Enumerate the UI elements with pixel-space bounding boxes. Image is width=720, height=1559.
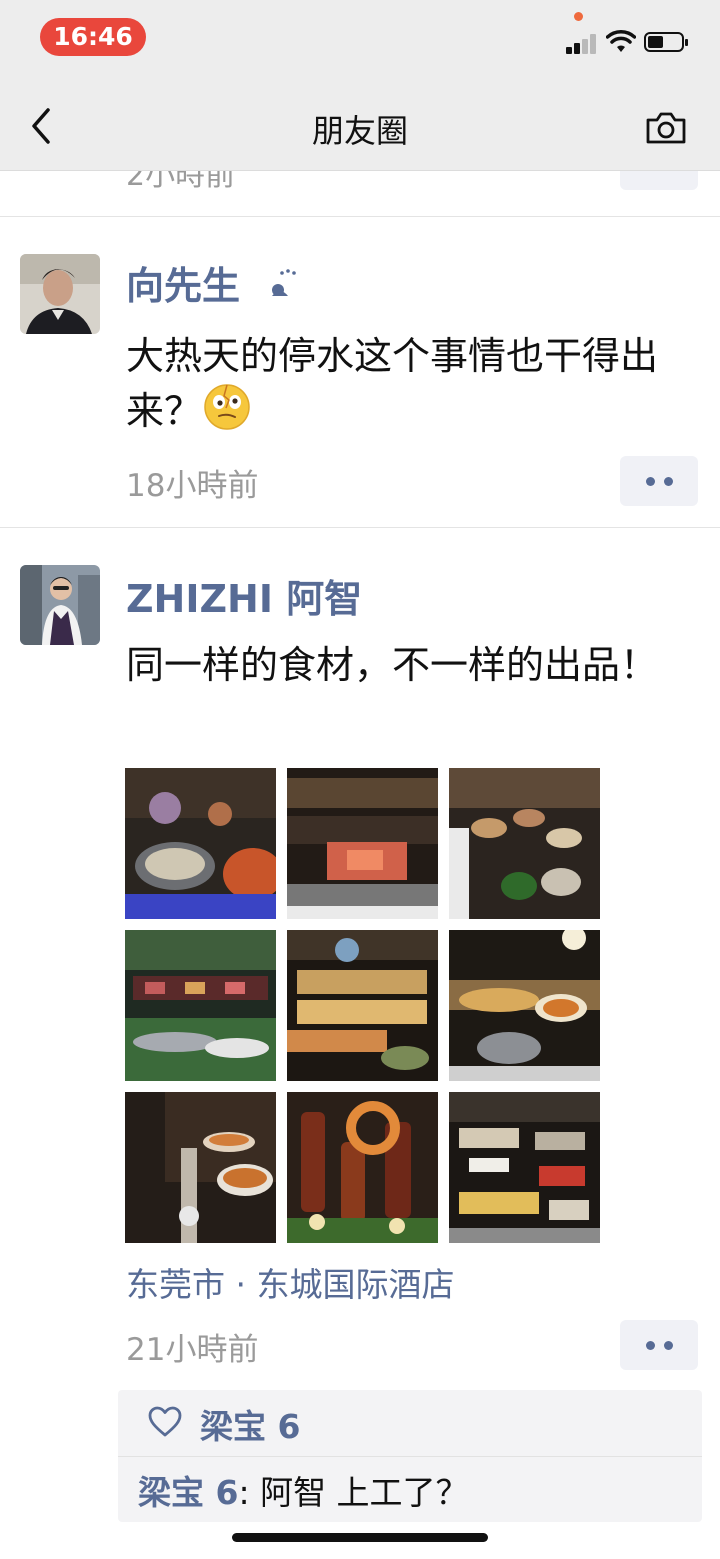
photo-thumbnail[interactable] bbox=[449, 1092, 600, 1243]
comment-text: 阿智 上工了？ bbox=[260, 1473, 469, 1512]
post-divider bbox=[0, 527, 720, 528]
camera-icon[interactable] bbox=[644, 108, 688, 148]
photo-thumbnail[interactable] bbox=[125, 930, 276, 1081]
avatar[interactable] bbox=[20, 254, 100, 334]
battery-icon bbox=[644, 32, 688, 52]
recording-dot-icon bbox=[574, 12, 583, 21]
top-bar: 16:46 朋友圈 bbox=[0, 0, 720, 171]
post-text: 大热天的停水这个事情也干得出来？ bbox=[126, 331, 686, 437]
dizzy-face-emoji-icon bbox=[204, 384, 250, 430]
status-icon[interactable] bbox=[268, 266, 298, 300]
cellular-signal-icon bbox=[566, 32, 602, 54]
avatar[interactable] bbox=[20, 565, 100, 645]
likes-comments-box: 梁宝 6 梁宝 6: 阿智 上工了？ bbox=[118, 1390, 702, 1522]
post-time: 21小時前 bbox=[126, 1332, 259, 1368]
home-indicator[interactable] bbox=[232, 1533, 488, 1542]
like-user-name[interactable]: 梁宝 6 bbox=[200, 1400, 300, 1448]
heart-icon bbox=[148, 1406, 182, 1437]
comment-item[interactable]: 梁宝 6: 阿智 上工了？ bbox=[138, 1466, 469, 1514]
photo-thumbnail[interactable] bbox=[449, 768, 600, 919]
moments-screen: 2小時前 16:46 朋友圈 向先生 大热天的停水这个事情也干得出来？ 18小時… bbox=[0, 0, 720, 1559]
post-author[interactable]: ZHIZHI 阿智 bbox=[126, 568, 362, 623]
photo-thumbnail[interactable] bbox=[449, 930, 600, 1081]
more-options-button[interactable] bbox=[620, 1320, 698, 1370]
comment-author[interactable]: 梁宝 6 bbox=[138, 1473, 238, 1512]
status-time: 16:46 bbox=[40, 18, 146, 56]
comment-separator: : bbox=[238, 1473, 261, 1512]
post-time: 18小時前 bbox=[126, 468, 259, 504]
post-location[interactable]: 东莞市 · 东城国际酒店 bbox=[126, 1258, 454, 1306]
photo-thumbnail[interactable] bbox=[287, 1092, 438, 1243]
photo-thumbnail[interactable] bbox=[287, 768, 438, 919]
photo-thumbnail[interactable] bbox=[125, 768, 276, 919]
page-title: 朋友圈 bbox=[311, 112, 408, 150]
photo-grid bbox=[125, 768, 600, 1243]
likes-row: 梁宝 6 bbox=[118, 1390, 702, 1457]
photo-thumbnail[interactable] bbox=[287, 930, 438, 1081]
post-divider bbox=[0, 216, 720, 217]
post-author[interactable]: 向先生 bbox=[126, 255, 240, 310]
post-text: 同一样的食材，不一样的出品！ bbox=[126, 643, 659, 687]
wifi-icon bbox=[606, 30, 636, 52]
more-options-button[interactable] bbox=[620, 456, 698, 506]
photo-thumbnail[interactable] bbox=[125, 1092, 276, 1243]
